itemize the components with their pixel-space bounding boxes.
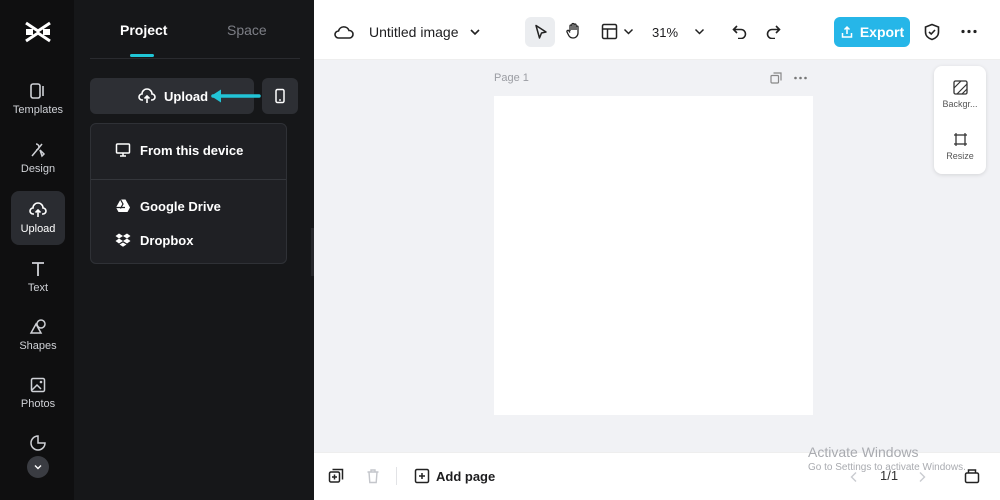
redo-icon[interactable] (765, 23, 782, 39)
capcut-logo-icon[interactable] (24, 20, 52, 44)
add-page-icon (414, 468, 430, 484)
canvas-side-tools: Backgr... Resize (934, 66, 986, 174)
page-manager-icon[interactable] (964, 468, 980, 484)
canvas-workspace: Page 1 Backgr... Resize (314, 60, 1000, 452)
active-tab-indicator (130, 54, 154, 57)
windows-activation-subtitle: Go to Settings to activate Windows. (808, 462, 966, 473)
rail-more-button[interactable] (27, 456, 49, 478)
more-options-icon[interactable] (961, 29, 977, 34)
export-share-icon (841, 25, 853, 38)
bottom-divider (396, 467, 397, 485)
add-page-label: Add page (436, 468, 496, 484)
rail-label: Templates (12, 104, 64, 116)
background-tool-button[interactable]: Backgr... (934, 80, 986, 109)
windows-activation-title: Activate Windows (808, 444, 919, 460)
smartphone-icon (275, 88, 285, 104)
rail-label: Upload (20, 223, 56, 235)
rail-item-upload[interactable]: Upload (11, 191, 65, 245)
menu-item-from-device[interactable]: From this device (115, 142, 243, 158)
shield-check-icon[interactable] (924, 23, 940, 41)
upload-source-menu: From this device Google Drive Dropbox (90, 123, 287, 264)
text-icon (32, 262, 44, 276)
menu-divider (91, 179, 286, 180)
add-page-stack-icon[interactable] (328, 468, 344, 484)
undo-icon[interactable] (731, 23, 748, 39)
resize-tool-button[interactable]: Resize (934, 132, 986, 161)
upload-from-phone-button[interactable] (262, 78, 298, 114)
pointer-arrow-icon (211, 89, 261, 103)
chevron-down-icon[interactable] (694, 27, 705, 36)
menu-item-label: From this device (140, 142, 244, 158)
partial-rail-icon (30, 435, 46, 451)
photos-icon (30, 377, 46, 393)
page-tools (770, 72, 807, 84)
dropbox-icon (115, 233, 131, 247)
left-rail: Templates Design Upload Text Shapes Phot… (0, 0, 74, 500)
side-tool-label: Backgr... (942, 99, 978, 109)
zoom-level[interactable]: 31% (652, 25, 678, 40)
add-page-button[interactable]: Add page (414, 468, 495, 484)
google-drive-icon (116, 199, 130, 212)
select-tool-button[interactable] (525, 17, 555, 47)
rail-label: Shapes (19, 340, 57, 352)
rail-label: Text (27, 282, 49, 294)
upload-cloud-icon (138, 88, 156, 103)
background-pattern-icon (952, 80, 968, 95)
resize-icon (953, 133, 967, 146)
upload-panel: Project Space Upload From this device Go… (74, 0, 314, 500)
rail-item-text[interactable]: Text (11, 250, 65, 304)
rail-item-design[interactable]: Design (11, 131, 65, 185)
rail-item-templates[interactable]: Templates (11, 72, 65, 126)
tab-divider (90, 58, 300, 59)
tab-project[interactable]: Project (120, 22, 167, 38)
top-toolbar: Untitled image 31% Export (314, 0, 1000, 60)
rail-item-photos[interactable]: Photos (11, 366, 65, 420)
export-button-label: Export (859, 24, 905, 40)
upload-cloud-icon (29, 202, 47, 217)
templates-icon (30, 83, 44, 99)
hand-pan-icon[interactable] (565, 22, 583, 40)
tab-space[interactable]: Space (227, 22, 267, 38)
menu-item-label: Dropbox (140, 232, 194, 248)
rail-item-shapes[interactable]: Shapes (11, 308, 65, 362)
monitor-icon (115, 143, 131, 157)
trash-icon[interactable] (366, 468, 380, 484)
rail-label: Design (20, 163, 56, 175)
upload-button-label: Upload (164, 88, 209, 104)
duplicate-page-icon[interactable] (770, 72, 782, 84)
menu-item-label: Google Drive (140, 198, 221, 214)
menu-item-google-drive[interactable]: Google Drive (115, 198, 221, 214)
design-icon (31, 143, 46, 158)
shapes-icon (29, 319, 46, 334)
rail-label: Photos (20, 398, 56, 410)
chevron-down-icon[interactable] (623, 27, 634, 36)
design-page-canvas[interactable] (494, 96, 813, 415)
export-button[interactable]: Export (834, 17, 910, 47)
document-title[interactable]: Untitled image (369, 24, 459, 40)
chevron-down-icon[interactable] (469, 27, 481, 37)
chevron-down-icon (34, 465, 42, 470)
page-more-icon[interactable] (794, 76, 807, 80)
layout-icon[interactable] (601, 23, 618, 40)
menu-item-dropbox[interactable]: Dropbox (115, 232, 193, 248)
side-tool-label: Resize (946, 151, 974, 161)
page-label: Page 1 (494, 72, 529, 84)
cursor-arrow-icon (535, 24, 547, 39)
cloud-save-icon[interactable] (334, 24, 354, 40)
